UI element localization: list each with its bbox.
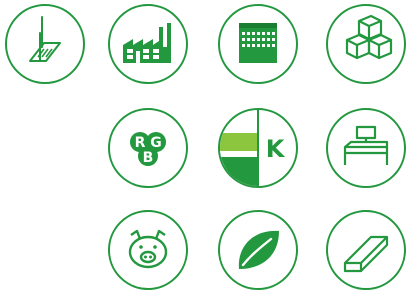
boxes-icon xyxy=(325,3,407,85)
rgb-letter-b: B xyxy=(143,150,154,166)
cmyk-letter-k: K xyxy=(266,135,286,163)
leaf-icon xyxy=(217,209,299,291)
rgb-letter-g: G xyxy=(150,135,162,151)
cmyk-icon: K xyxy=(217,107,299,189)
rgb-icon: R G B xyxy=(107,107,189,189)
building-icon xyxy=(217,3,299,85)
desk-computer-icon xyxy=(325,107,407,189)
factory-icon xyxy=(107,3,189,85)
surface-treatment-icon xyxy=(4,3,86,85)
angle-profile-icon xyxy=(325,209,407,291)
pig-icon xyxy=(107,209,189,291)
rgb-letter-r: R xyxy=(135,135,146,151)
